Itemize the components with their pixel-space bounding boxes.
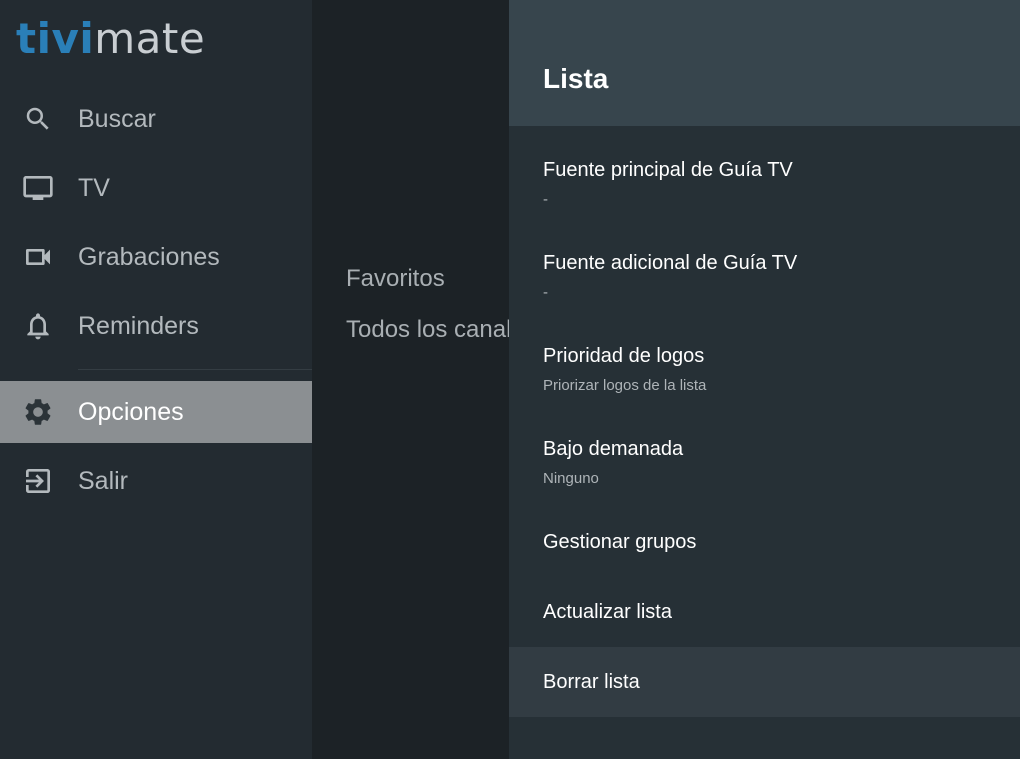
sidebar-item-label: Buscar (78, 104, 156, 133)
search-icon (22, 103, 54, 135)
option-subtitle: Ninguno (543, 470, 599, 487)
bell-icon (22, 310, 54, 342)
tv-icon (22, 172, 54, 204)
option-title: Bajo demanada (543, 438, 684, 460)
group-item-favoritos[interactable]: Favoritos (346, 265, 445, 293)
sidebar-item-grabaciones[interactable]: Grabaciones (0, 226, 312, 288)
option-title: Borrar lista (543, 671, 640, 693)
exit-icon (22, 465, 54, 497)
sidebar-item-label: Salir (78, 466, 129, 495)
groups-list: Favoritos Todos los canales (312, 0, 509, 759)
sidebar-item-label: Reminders (78, 311, 199, 340)
group-item-todos-los-canales[interactable]: Todos los canales (346, 316, 509, 344)
video-camera-icon (22, 241, 54, 273)
panel-title: Lista (543, 63, 609, 94)
sidebar-item-label: TV (78, 173, 110, 202)
sidebar-item-label: Grabaciones (78, 242, 220, 271)
logo-part-2: mate (94, 14, 206, 63)
sidebar: tivimate Buscar TV Grabaciones Reminders… (0, 0, 312, 759)
sidebar-item-reminders[interactable]: Reminders (0, 295, 312, 357)
option-title: Prioridad de logos (543, 345, 705, 367)
option-bajo-demanda[interactable]: Bajo demanada Ninguno (509, 420, 1020, 510)
option-prioridad-logos[interactable]: Prioridad de logos Priorizar logos de la… (509, 327, 1020, 417)
option-subtitle: - (543, 191, 548, 208)
sidebar-item-opciones[interactable]: Opciones (0, 381, 312, 443)
panel-header: Lista (509, 0, 1020, 126)
sidebar-item-tv[interactable]: TV (0, 157, 312, 219)
app-logo: tivimate (16, 14, 205, 64)
gear-icon (22, 396, 54, 428)
sidebar-divider (78, 369, 312, 370)
sidebar-item-salir[interactable]: Salir (0, 450, 312, 512)
option-title: Fuente adicional de Guía TV (543, 252, 798, 274)
option-gestionar-grupos[interactable]: Gestionar grupos (509, 513, 1020, 581)
sidebar-item-buscar[interactable]: Buscar (0, 88, 312, 150)
option-actualizar-lista[interactable]: Actualizar lista (509, 583, 1020, 651)
option-fuente-adicional[interactable]: Fuente adicional de Guía TV - (509, 234, 1020, 324)
option-subtitle: Priorizar logos de la lista (543, 377, 707, 394)
option-borrar-lista[interactable]: Borrar lista (509, 647, 1020, 717)
option-title: Gestionar grupos (543, 531, 697, 553)
option-title: Actualizar lista (543, 601, 672, 623)
settings-panel: Lista Fuente principal de Guía TV - Fuen… (509, 0, 1020, 759)
option-title: Fuente principal de Guía TV (543, 159, 793, 181)
logo-part-1: tivi (16, 14, 95, 63)
option-fuente-principal[interactable]: Fuente principal de Guía TV - (509, 141, 1020, 231)
sidebar-item-label: Opciones (78, 397, 184, 426)
option-subtitle: - (543, 284, 548, 301)
